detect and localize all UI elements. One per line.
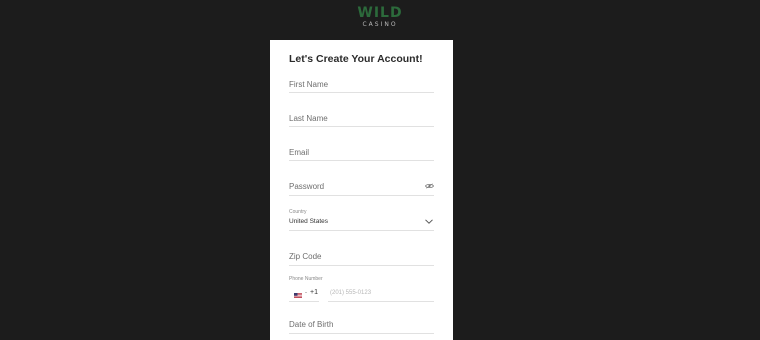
first-name-placeholder: First Name xyxy=(289,80,329,89)
us-flag-icon xyxy=(294,293,302,298)
phone-placeholder: (201) 555-0123 xyxy=(330,290,372,296)
country-value: United States xyxy=(289,218,329,225)
first-name-field[interactable]: First Name xyxy=(289,72,434,93)
chevron-down-icon xyxy=(425,219,433,224)
country-select[interactable]: Country United States xyxy=(289,208,434,231)
dial-code: +1 xyxy=(310,289,318,296)
date-of-birth-placeholder: Date of Birth xyxy=(289,320,334,329)
form-title: Let's Create Your Account! xyxy=(289,53,423,65)
wild-casino-logo[interactable]: WILD CASINO xyxy=(0,6,760,29)
country-code-select[interactable]: - +1 xyxy=(289,279,319,302)
date-of-birth-field[interactable]: Date of Birth xyxy=(289,313,434,334)
email-field[interactable]: Email xyxy=(289,140,434,161)
zip-code-placeholder: Zip Code xyxy=(289,252,322,261)
password-placeholder: Password xyxy=(289,182,325,191)
logo-subtitle: CASINO xyxy=(362,21,398,28)
email-placeholder: Email xyxy=(289,148,310,157)
phone-number-input[interactable]: (201) 555-0123 xyxy=(328,279,434,302)
zip-code-field[interactable]: Zip Code xyxy=(289,245,434,266)
country-label: Country xyxy=(289,209,307,215)
last-name-placeholder: Last Name xyxy=(289,114,328,123)
last-name-field[interactable]: Last Name xyxy=(289,106,434,127)
password-field[interactable]: Password xyxy=(289,174,434,196)
eye-icon[interactable] xyxy=(425,183,434,189)
signup-card: Let's Create Your Account! First Name La… xyxy=(270,40,453,340)
logo-wordmark: WILD xyxy=(357,5,403,21)
signup-page: WILD CASINO Let's Create Your Account! F… xyxy=(0,0,760,340)
phone-group: Phone Number - +1 (201) 555-0123 xyxy=(289,275,434,302)
code-separator: - xyxy=(305,290,307,296)
